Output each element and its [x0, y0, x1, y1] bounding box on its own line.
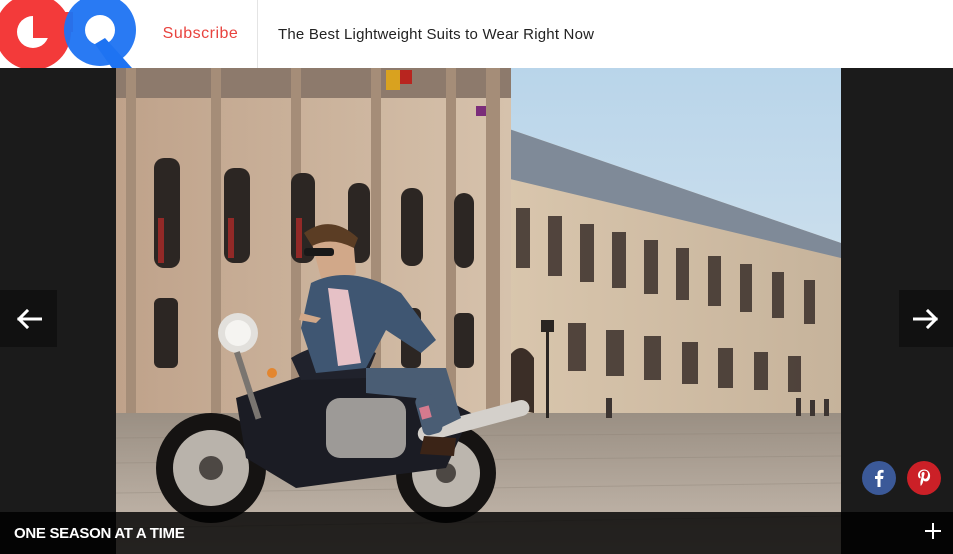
- arrow-left-icon: [16, 308, 42, 329]
- caption-bar: ONE SEASON AT A TIME: [0, 512, 953, 554]
- facebook-share-button[interactable]: [862, 461, 896, 495]
- expand-caption-button[interactable]: [918, 516, 948, 546]
- site-header: Subscribe The Best Lightweight Suits to …: [0, 0, 953, 68]
- gq-logo[interactable]: [0, 0, 140, 68]
- slide-caption-title: ONE SEASON AT A TIME: [14, 524, 185, 542]
- article-headline[interactable]: The Best Lightweight Suits to Wear Right…: [278, 0, 594, 68]
- prev-slide-button[interactable]: [0, 290, 57, 347]
- facebook-icon: [874, 469, 884, 487]
- plus-icon: [925, 523, 941, 539]
- pinterest-icon: [917, 469, 931, 487]
- gallery-photo[interactable]: [116, 68, 841, 554]
- header-divider: [257, 0, 258, 68]
- gallery-stage: ONE SEASON AT A TIME: [0, 68, 953, 554]
- arrow-right-icon: [912, 308, 939, 329]
- subscribe-link[interactable]: Subscribe: [144, 0, 257, 68]
- gallery-page: Subscribe The Best Lightweight Suits to …: [0, 0, 953, 554]
- next-slide-button[interactable]: [899, 290, 953, 347]
- pinterest-share-button[interactable]: [907, 461, 941, 495]
